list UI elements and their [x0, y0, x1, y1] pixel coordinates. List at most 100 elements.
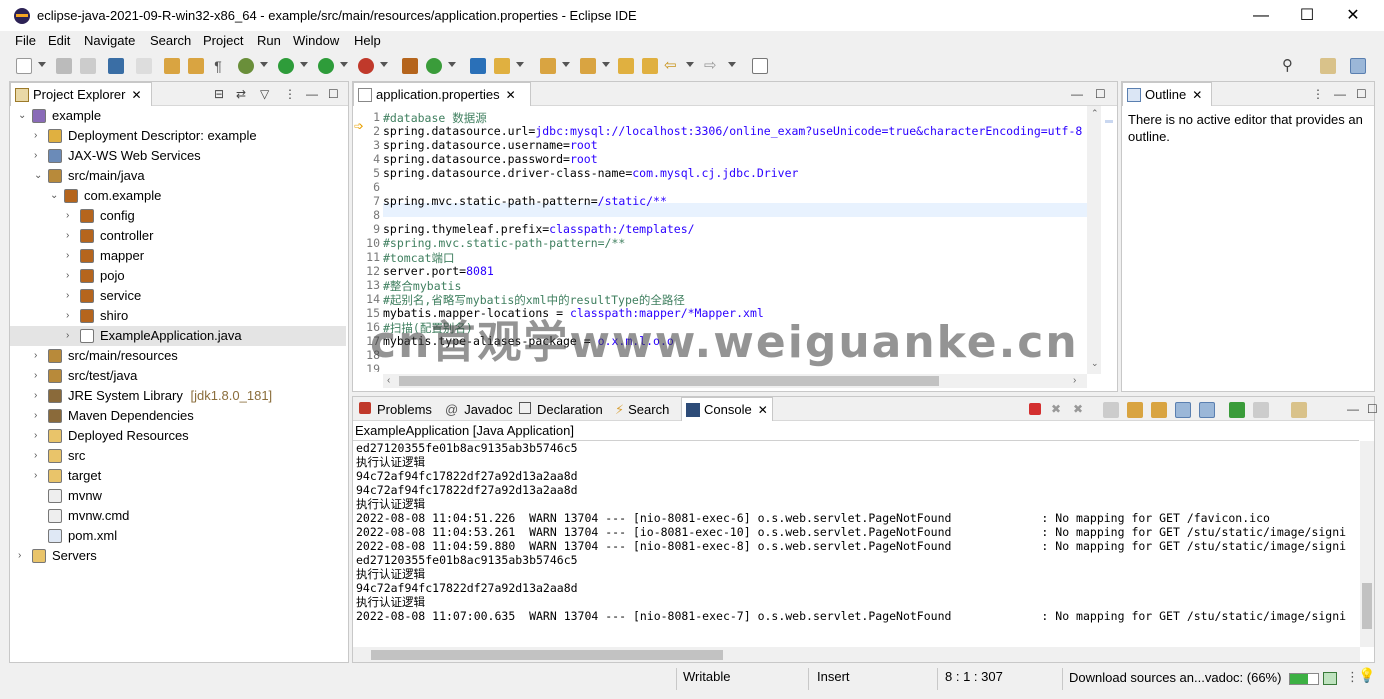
chevron-right-icon[interactable]: ›: [34, 126, 44, 146]
chevron-down-icon[interactable]: ⌄: [50, 186, 60, 206]
console-horizontal-scrollbar[interactable]: [353, 647, 1360, 662]
menu-project[interactable]: Project: [203, 33, 243, 48]
chevron-right-icon[interactable]: ›: [66, 286, 76, 306]
chevron-down-icon[interactable]: ⌄: [34, 166, 44, 186]
mark-occurrences-icon[interactable]: [188, 58, 204, 74]
close-icon[interactable]: ✕: [131, 88, 141, 102]
open-perspective-icon[interactable]: [1320, 58, 1336, 74]
menu-edit[interactable]: Edit: [48, 33, 70, 48]
chevron-down-icon[interactable]: [602, 62, 610, 67]
tree-item[interactable]: › Deployment Descriptor: example: [10, 126, 346, 146]
chevron-right-icon[interactable]: ›: [66, 226, 76, 246]
search-icon[interactable]: ⚲: [1282, 58, 1298, 74]
scroll-thumb[interactable]: [1362, 583, 1372, 629]
tab-project-explorer[interactable]: Project Explorer ✕: [10, 82, 152, 106]
chevron-down-icon[interactable]: [686, 62, 694, 67]
tree-item[interactable]: › shiro: [10, 306, 346, 326]
tree-item[interactable]: › JAX-WS Web Services: [10, 146, 346, 166]
tree-item[interactable]: ⌄ com.example: [10, 186, 346, 206]
chevron-down-icon[interactable]: [516, 62, 524, 67]
status-insert-mode[interactable]: Insert: [817, 669, 850, 684]
tree-item[interactable]: pom.xml: [10, 526, 346, 546]
tree-item[interactable]: mvnw: [10, 486, 346, 506]
editor-horizontal-scrollbar[interactable]: [383, 374, 1087, 388]
code-line[interactable]: spring.datasource.url=jdbc:mysql://local…: [383, 124, 1082, 138]
tree-item[interactable]: › Deployed Resources: [10, 426, 346, 446]
scroll-thumb[interactable]: [399, 376, 939, 386]
chevron-down-icon[interactable]: [728, 62, 736, 67]
last-edit-icon[interactable]: [618, 58, 634, 74]
tab-outline[interactable]: Outline ✕: [1122, 82, 1212, 106]
terminate-icon[interactable]: [1029, 403, 1041, 415]
open-type-icon[interactable]: [470, 58, 486, 74]
minimize-view-icon[interactable]: —: [306, 87, 318, 101]
word-wrap-icon[interactable]: [1151, 402, 1167, 418]
tab-search[interactable]: ⚡ Search: [615, 402, 669, 418]
chevron-down-icon[interactable]: ⌄: [18, 106, 28, 126]
console-output[interactable]: ed27120355fe01b8ac9135ab3b5746c5 执行认证逻辑 94…: [356, 441, 1358, 647]
code-line[interactable]: spring.mvc.static-path-pattern=/static/*…: [383, 194, 667, 208]
maximize-view-icon[interactable]: ☐: [1367, 402, 1378, 416]
menu-help[interactable]: Help: [354, 33, 381, 48]
save-all-icon[interactable]: [80, 58, 96, 74]
code-line[interactable]: spring.datasource.username=root: [383, 138, 598, 152]
new-class-icon[interactable]: [426, 58, 442, 74]
chevron-right-icon[interactable]: ›: [66, 306, 76, 326]
link-editor-icon[interactable]: ⇄: [236, 87, 246, 101]
tree-item[interactable]: › controller: [10, 226, 346, 246]
menu-search[interactable]: Search: [150, 33, 191, 48]
scroll-lock-icon[interactable]: [1127, 402, 1143, 418]
menu-file[interactable]: File: [15, 33, 36, 48]
chevron-right-icon[interactable]: ›: [66, 326, 76, 346]
tab-declaration[interactable]: Declaration: [519, 402, 603, 417]
tree-item[interactable]: › JRE System Library [jdk1.8.0_181]: [10, 386, 346, 406]
chevron-right-icon[interactable]: ›: [66, 266, 76, 286]
whitespace-icon[interactable]: ¶: [210, 58, 226, 74]
close-icon[interactable]: ✕: [1192, 88, 1202, 102]
forward-edit-icon[interactable]: [642, 58, 658, 74]
scroll-up-icon[interactable]: ⌃: [1091, 108, 1099, 119]
debug-icon[interactable]: [238, 58, 254, 74]
view-menu-icon[interactable]: ⋮: [1312, 87, 1324, 101]
chevron-down-icon[interactable]: [448, 62, 456, 67]
lightbulb-icon[interactable]: 💡: [1358, 667, 1375, 684]
tab-console[interactable]: Console ✕: [681, 397, 773, 421]
code-line[interactable]: spring.thymeleaf.prefix=classpath:/templ…: [383, 222, 695, 236]
run-icon[interactable]: [278, 58, 294, 74]
code-line[interactable]: spring.datasource.password=root: [383, 152, 598, 166]
prev-annotation-icon[interactable]: [580, 58, 596, 74]
maximize-view-icon[interactable]: ☐: [1095, 87, 1106, 101]
filter-icon[interactable]: ▽: [260, 87, 269, 101]
toggle-breadcrumb-icon[interactable]: [136, 58, 152, 74]
tree-item[interactable]: › mapper: [10, 246, 346, 266]
scroll-right-icon[interactable]: ›: [1073, 375, 1076, 386]
code-line[interactable]: spring.datasource.driver-class-name=com.…: [383, 166, 798, 180]
forward-icon[interactable]: ⇨: [704, 58, 720, 74]
tree-item[interactable]: › Maven Dependencies: [10, 406, 346, 426]
chevron-down-icon[interactable]: [340, 62, 348, 67]
tree-item[interactable]: mvnw.cmd: [10, 506, 346, 526]
minimize-view-icon[interactable]: —: [1071, 87, 1083, 101]
minimize-view-icon[interactable]: —: [1347, 402, 1359, 416]
tree-item[interactable]: › src/main/resources: [10, 346, 346, 366]
new-java-project-icon[interactable]: [402, 58, 418, 74]
chevron-down-icon[interactable]: [562, 62, 570, 67]
code-line[interactable]: server.port=8081: [383, 264, 494, 278]
menu-navigate[interactable]: Navigate: [84, 33, 135, 48]
terminal-icon[interactable]: [108, 58, 124, 74]
scroll-thumb[interactable]: [371, 650, 723, 660]
show-on-stderr-icon[interactable]: [1199, 402, 1215, 418]
run-external-icon[interactable]: [318, 58, 334, 74]
chevron-right-icon[interactable]: ›: [34, 366, 44, 386]
chevron-down-icon[interactable]: [260, 62, 268, 67]
view-menu-icon[interactable]: ⋮: [284, 87, 296, 101]
code-line[interactable]: #spring.mvc.static-path-pattern=/**: [383, 236, 625, 250]
pin-editor-icon[interactable]: [752, 58, 768, 74]
chevron-down-icon[interactable]: [380, 62, 388, 67]
chevron-right-icon[interactable]: ›: [34, 346, 44, 366]
tree-item[interactable]: › config: [10, 206, 346, 226]
chevron-down-icon[interactable]: [38, 62, 46, 67]
tab-problems[interactable]: Problems: [359, 402, 432, 417]
menu-window[interactable]: Window: [293, 33, 339, 48]
maximize-view-icon[interactable]: ☐: [1356, 87, 1367, 101]
